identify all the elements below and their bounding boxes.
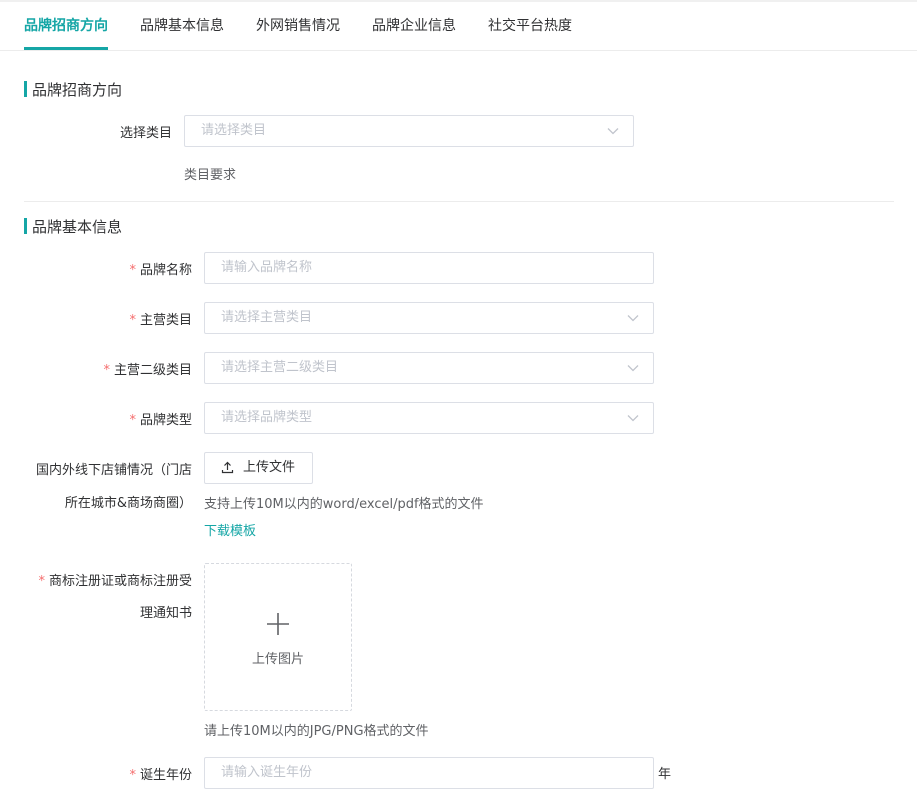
section-title-brand-basic-info: 品牌基本信息 [24, 217, 122, 237]
tab-brand-company-info[interactable]: 品牌企业信息 [372, 2, 456, 50]
plus-icon [267, 613, 289, 635]
upload-image-label: 上传图片 [251, 652, 304, 667]
sub-category-label: * 主营二级类目 [40, 359, 192, 378]
offline-stores-label-line2: 所在城市&商场商圈） [64, 496, 192, 511]
section-title-brand-direction: 品牌招商方向 [24, 80, 122, 100]
category-label: 选择类目 [119, 126, 172, 141]
brand-type-label: * 品牌类型 [60, 409, 192, 428]
main-category-label-text: 主营类目 [139, 313, 192, 328]
required-mark: * [129, 313, 136, 328]
required-mark: * [38, 574, 45, 589]
chevron-down-icon [607, 128, 619, 135]
section-accent-bar [24, 81, 27, 97]
chevron-down-icon [627, 415, 639, 422]
offline-stores-hint: 支持上传10M以内的word/excel/pdf格式的文件 [204, 497, 484, 512]
required-mark: * [129, 263, 136, 278]
tab-social-popularity[interactable]: 社交平台热度 [488, 2, 572, 50]
download-template-link[interactable]: 下载模板 [204, 520, 256, 539]
brand-type-placeholder: 请选择品牌类型 [221, 410, 313, 425]
brand-name-label-text: 品牌名称 [139, 263, 192, 278]
chevron-down-icon [627, 315, 639, 322]
upload-icon [221, 461, 234, 474]
birth-year-placeholder: 请输入诞生年份 [221, 765, 313, 780]
brand-type-label-text: 品牌类型 [139, 413, 192, 428]
tab-brand-direction[interactable]: 品牌招商方向 [24, 2, 108, 50]
tab-external-sales[interactable]: 外网销售情况 [256, 2, 340, 50]
tab-bar: 品牌招商方向 品牌基本信息 外网销售情况 品牌企业信息 社交平台热度 [0, 2, 917, 51]
required-mark: * [129, 768, 136, 783]
upload-file-button[interactable]: 上传文件 [204, 452, 313, 484]
brand-type-select[interactable]: 请选择品牌类型 [204, 402, 654, 434]
main-category-label: * 主营类目 [60, 309, 192, 328]
required-mark: * [129, 413, 136, 428]
trademark-hint: 请上传10M以内的JPG/PNG格式的文件 [204, 724, 429, 739]
birth-year-input[interactable]: 请输入诞生年份 [204, 757, 654, 789]
upload-image-box[interactable]: 上传图片 [204, 563, 352, 711]
main-category-placeholder: 请选择主营类目 [221, 310, 313, 325]
section-title-text: 品牌基本信息 [32, 218, 123, 236]
birth-year-suffix: 年 [658, 767, 672, 782]
brand-name-placeholder: 请输入品牌名称 [221, 260, 313, 275]
trademark-label-text: 商标注册证或商标注册受 [48, 574, 192, 589]
birth-year-label: * 诞生年份 [60, 764, 192, 783]
upload-file-label: 上传文件 [243, 460, 296, 475]
category-placeholder: 请选择类目 [201, 123, 267, 138]
sub-category-select[interactable]: 请选择主营二级类目 [204, 352, 654, 384]
tab-brand-basic-info[interactable]: 品牌基本信息 [140, 2, 224, 50]
sub-category-placeholder: 请选择主营二级类目 [221, 360, 339, 375]
birth-year-label-text: 诞生年份 [139, 768, 192, 783]
brand-name-input[interactable]: 请输入品牌名称 [204, 252, 654, 284]
section-title-text: 品牌招商方向 [32, 81, 123, 99]
sub-category-label-text: 主营二级类目 [113, 363, 192, 378]
section-divider [24, 201, 894, 202]
trademark-label-line2: 理通知书 [139, 606, 192, 621]
brand-name-label: * 品牌名称 [60, 259, 192, 278]
category-select[interactable]: 请选择类目 [184, 115, 634, 147]
section-accent-bar [24, 218, 27, 234]
offline-stores-label-line1: 国内外线下店铺情况（门店 [35, 463, 192, 478]
chevron-down-icon [627, 365, 639, 372]
trademark-label-line1: * 商标注册证或商标注册受 [4, 570, 192, 589]
main-category-select[interactable]: 请选择主营类目 [204, 302, 654, 334]
category-requirement: 类目要求 [184, 168, 237, 183]
active-tab-indicator [24, 47, 108, 50]
required-mark: * [103, 363, 110, 378]
